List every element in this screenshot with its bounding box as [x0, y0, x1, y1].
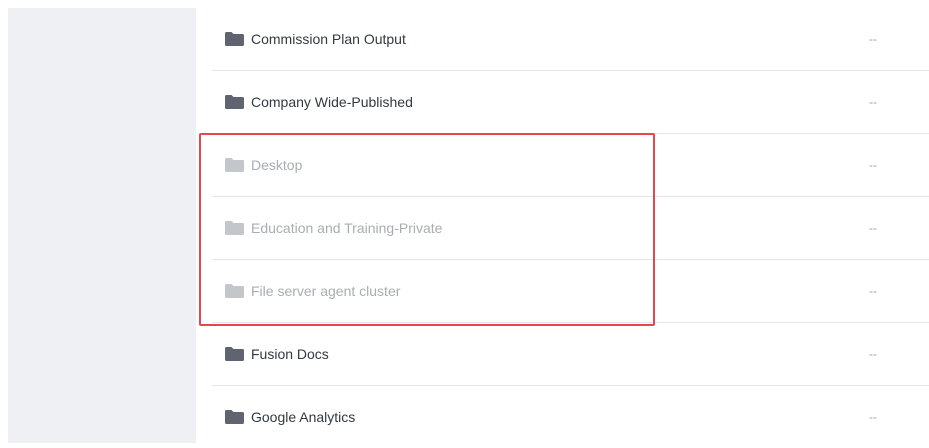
folder-name: Google Analytics [251, 409, 356, 425]
folder-row-disabled: Education and Training-Private -- [212, 197, 929, 260]
folder-name: Fusion Docs [251, 346, 329, 362]
folder-row[interactable]: Company Wide-Published -- [212, 71, 929, 134]
folder-icon [225, 95, 244, 109]
folder-value: -- [869, 95, 877, 109]
folder-list: Commission Plan Output -- Company Wide-P… [212, 8, 929, 448]
folder-name: Desktop [251, 157, 303, 173]
folder-row[interactable]: Google Analytics -- [212, 386, 929, 448]
folder-row[interactable]: Commission Plan Output -- [212, 8, 929, 71]
folder-icon [225, 32, 244, 46]
folder-name: File server agent cluster [251, 283, 401, 299]
folder-icon [225, 221, 244, 235]
folder-icon [225, 410, 244, 424]
folder-value: -- [869, 158, 877, 172]
folder-row[interactable]: Fusion Docs -- [212, 323, 929, 386]
folder-icon [225, 347, 244, 361]
folder-row-disabled: Desktop -- [212, 134, 929, 197]
folder-value: -- [869, 284, 877, 298]
folder-name: Company Wide-Published [251, 94, 413, 110]
folder-value: -- [869, 410, 877, 424]
folder-value: -- [869, 32, 877, 46]
folder-icon [225, 158, 244, 172]
folder-value: -- [869, 347, 877, 361]
folder-value: -- [869, 221, 877, 235]
folder-row-disabled: File server agent cluster -- [212, 260, 929, 323]
folder-name: Education and Training-Private [251, 220, 443, 236]
folder-name: Commission Plan Output [251, 31, 406, 47]
sidebar-panel [8, 8, 196, 443]
top-clipped-strip [0, 0, 929, 8]
folder-icon [225, 284, 244, 298]
